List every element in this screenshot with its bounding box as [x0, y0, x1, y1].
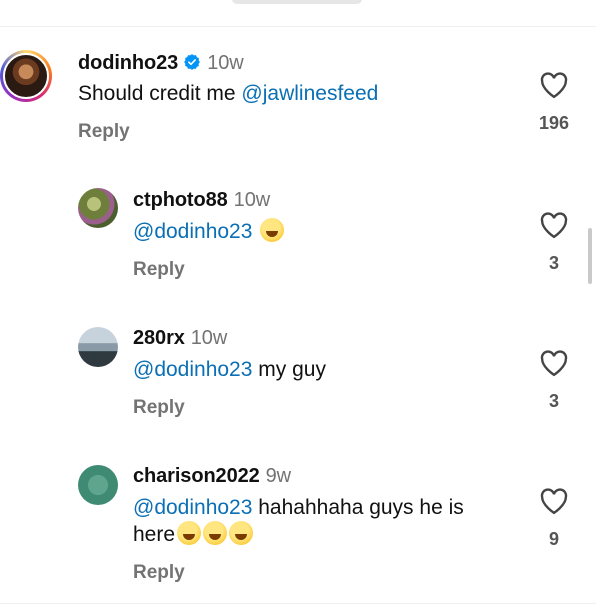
comment-text: @dodinho23 hahahhaha guys he is here — [133, 494, 523, 548]
mention-link[interactable]: @dodinho23 — [133, 220, 252, 243]
comment-header: 280rx 10w — [133, 327, 227, 350]
timestamp: 9w — [265, 465, 292, 487]
like-count: 3 — [548, 391, 559, 411]
heart-icon[interactable] — [539, 71, 569, 99]
avatar[interactable] — [78, 327, 118, 367]
comment-body: my guy — [252, 358, 326, 381]
comment-text: Should credit me @jawlinesfeed — [78, 80, 378, 107]
username[interactable]: dodinho23 — [78, 52, 178, 74]
reply-button[interactable]: Reply — [133, 562, 185, 584]
heart-icon[interactable] — [539, 349, 569, 377]
avatar[interactable] — [0, 50, 52, 102]
top-divider-handle — [232, 0, 362, 4]
avatar[interactable] — [78, 465, 118, 505]
timestamp: 10w — [207, 52, 244, 74]
avatar[interactable] — [78, 188, 118, 228]
heart-icon[interactable] — [539, 487, 569, 515]
reply-button[interactable]: Reply — [133, 397, 185, 419]
like-count: 196 — [538, 113, 570, 133]
mention-link[interactable]: @jawlinesfeed — [241, 82, 378, 105]
comment-body — [252, 220, 258, 243]
comment-body: hahahhaha guys he is — [252, 496, 464, 519]
star-struck-emoji — [260, 218, 285, 242]
comment-text: @dodinho23 my guy — [133, 356, 326, 383]
username[interactable]: 280rx — [133, 327, 185, 349]
comment-body: Should credit me — [78, 82, 242, 105]
timestamp: 10w — [233, 189, 271, 211]
reply-button[interactable]: Reply — [133, 259, 185, 281]
mention-link[interactable]: @dodinho23 — [133, 496, 252, 519]
like-count: 9 — [548, 529, 559, 549]
username[interactable]: charison2022 — [133, 465, 260, 487]
joy-emoji — [203, 521, 228, 545]
username[interactable]: ctphoto88 — [133, 189, 228, 211]
comment-text: @dodinho23 — [133, 218, 285, 245]
heart-icon[interactable] — [539, 211, 569, 239]
reply-button[interactable]: Reply — [78, 121, 130, 143]
top-divider — [0, 26, 596, 27]
profile-photo — [3, 53, 49, 99]
scrollbar[interactable] — [588, 228, 592, 284]
comment-header: ctphoto88 10w — [133, 189, 270, 212]
like-count: 3 — [548, 253, 559, 273]
rolling-laughing-emoji — [177, 521, 202, 545]
comment-header: dodinho23 10w — [78, 52, 244, 75]
timestamp: 10w — [190, 327, 228, 349]
rolling-laughing-emoji — [229, 521, 254, 545]
bottom-divider — [0, 603, 596, 604]
verified-badge-icon — [184, 54, 201, 70]
comment-body-line2: here — [133, 523, 176, 546]
comment-header: charison2022 9w — [133, 465, 291, 488]
mention-link[interactable]: @dodinho23 — [133, 358, 252, 381]
